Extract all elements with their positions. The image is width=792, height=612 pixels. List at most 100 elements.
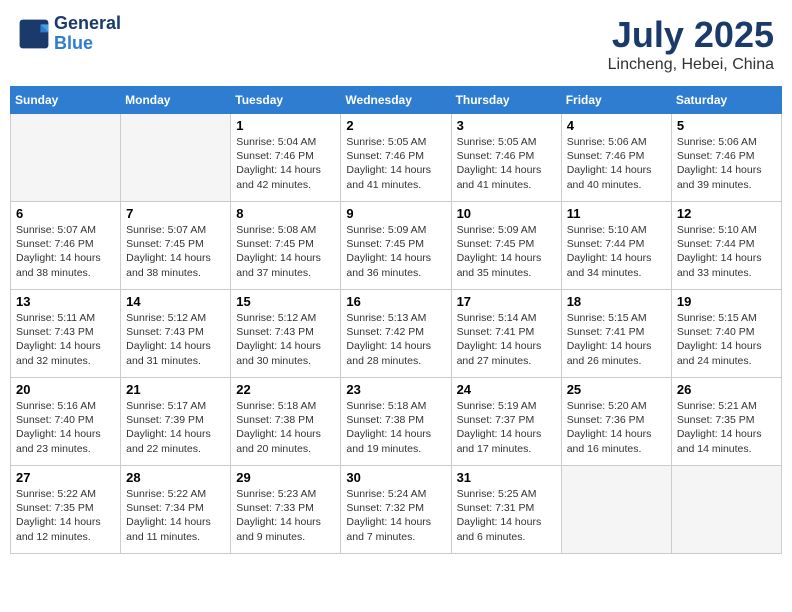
day-number: 6 [16, 206, 115, 221]
weekday-header: Monday [121, 87, 231, 114]
day-number: 23 [346, 382, 445, 397]
calendar-cell: 30 Sunrise: 5:24 AMSunset: 7:32 PMDayligh… [341, 466, 451, 554]
cell-details: Sunrise: 5:16 AMSunset: 7:40 PMDaylight:… [16, 399, 115, 456]
cell-details: Sunrise: 5:06 AMSunset: 7:46 PMDaylight:… [677, 135, 776, 192]
month-title: July 2025 [608, 14, 774, 56]
cell-details: Sunrise: 5:25 AMSunset: 7:31 PMDaylight:… [457, 487, 556, 544]
calendar-table: SundayMondayTuesdayWednesdayThursdayFrid… [10, 86, 782, 554]
calendar-cell: 12Sunrise: 5:10 AMSunset: 7:44 PMDayligh… [671, 202, 781, 290]
page-header: General Blue July 2025 Lincheng, Hebei, … [10, 10, 782, 78]
calendar-cell [561, 466, 671, 554]
calendar-cell [121, 114, 231, 202]
calendar-cell: 9 Sunrise: 5:09 AMSunset: 7:45 PMDaylight… [341, 202, 451, 290]
day-number: 20 [16, 382, 115, 397]
calendar-cell: 23 Sunrise: 5:18 AMSunset: 7:38 PMDayligh… [341, 378, 451, 466]
calendar-cell: 14 Sunrise: 5:12 AMSunset: 7:43 PMDayligh… [121, 290, 231, 378]
cell-details: Sunrise: 5:05 AMSunset: 7:46 PMDaylight:… [346, 135, 445, 192]
calendar-cell: 7Sunrise: 5:07 AMSunset: 7:45 PMDaylight… [121, 202, 231, 290]
calendar-cell: 5 Sunrise: 5:06 AMSunset: 7:46 PMDaylight… [671, 114, 781, 202]
day-number: 17 [457, 294, 556, 309]
calendar-cell: 26Sunrise: 5:21 AMSunset: 7:35 PMDayligh… [671, 378, 781, 466]
day-number: 16 [346, 294, 445, 309]
day-number: 19 [677, 294, 776, 309]
day-number: 27 [16, 470, 115, 485]
logo-line2: Blue [54, 34, 121, 54]
cell-details: Sunrise: 5:17 AMSunset: 7:39 PMDaylight:… [126, 399, 225, 456]
calendar-cell: 4Sunrise: 5:06 AMSunset: 7:46 PMDaylight… [561, 114, 671, 202]
cell-details: Sunrise: 5:18 AMSunset: 7:38 PMDaylight:… [236, 399, 335, 456]
day-number: 25 [567, 382, 666, 397]
calendar-cell: 28Sunrise: 5:22 AMSunset: 7:34 PMDayligh… [121, 466, 231, 554]
day-number: 7 [126, 206, 225, 221]
calendar-cell: 29Sunrise: 5:23 AMSunset: 7:33 PMDayligh… [231, 466, 341, 554]
calendar-cell: 11 Sunrise: 5:10 AMSunset: 7:44 PMDayligh… [561, 202, 671, 290]
cell-details: Sunrise: 5:11 AMSunset: 7:43 PMDaylight:… [16, 311, 115, 368]
cell-details: Sunrise: 5:09 AMSunset: 7:45 PMDaylight:… [346, 223, 445, 280]
calendar-cell: 27 Sunrise: 5:22 AMSunset: 7:35 PMDayligh… [11, 466, 121, 554]
cell-details: Sunrise: 5:14 AMSunset: 7:41 PMDaylight:… [457, 311, 556, 368]
day-number: 22 [236, 382, 335, 397]
cell-details: Sunrise: 5:05 AMSunset: 7:46 PMDaylight:… [457, 135, 556, 192]
cell-details: Sunrise: 5:20 AMSunset: 7:36 PMDaylight:… [567, 399, 666, 456]
cell-details: Sunrise: 5:09 AMSunset: 7:45 PMDaylight:… [457, 223, 556, 280]
day-number: 1 [236, 118, 335, 133]
day-number: 18 [567, 294, 666, 309]
calendar-cell: 2Sunrise: 5:05 AMSunset: 7:46 PMDaylight… [341, 114, 451, 202]
calendar-cell: 22 Sunrise: 5:18 AMSunset: 7:38 PMDayligh… [231, 378, 341, 466]
cell-details: Sunrise: 5:19 AMSunset: 7:37 PMDaylight:… [457, 399, 556, 456]
cell-details: Sunrise: 5:12 AMSunset: 7:43 PMDaylight:… [126, 311, 225, 368]
cell-details: Sunrise: 5:15 AMSunset: 7:41 PMDaylight:… [567, 311, 666, 368]
week-row: 1 Sunrise: 5:04 AMSunset: 7:46 PMDaylight… [11, 114, 782, 202]
weekday-header-row: SundayMondayTuesdayWednesdayThursdayFrid… [11, 87, 782, 114]
calendar-cell: 19Sunrise: 5:15 AMSunset: 7:40 PMDayligh… [671, 290, 781, 378]
cell-details: Sunrise: 5:22 AMSunset: 7:35 PMDaylight:… [16, 487, 115, 544]
calendar-cell: 17 Sunrise: 5:14 AMSunset: 7:41 PMDayligh… [451, 290, 561, 378]
day-number: 31 [457, 470, 556, 485]
day-number: 5 [677, 118, 776, 133]
cell-details: Sunrise: 5:04 AMSunset: 7:46 PMDaylight:… [236, 135, 335, 192]
cell-details: Sunrise: 5:21 AMSunset: 7:35 PMDaylight:… [677, 399, 776, 456]
cell-details: Sunrise: 5:12 AMSunset: 7:43 PMDaylight:… [236, 311, 335, 368]
calendar-cell: 10 Sunrise: 5:09 AMSunset: 7:45 PMDayligh… [451, 202, 561, 290]
calendar-cell: 25 Sunrise: 5:20 AMSunset: 7:36 PMDayligh… [561, 378, 671, 466]
calendar-cell: 24Sunrise: 5:19 AMSunset: 7:37 PMDayligh… [451, 378, 561, 466]
calendar-cell: 21 Sunrise: 5:17 AMSunset: 7:39 PMDayligh… [121, 378, 231, 466]
calendar-cell: 3Sunrise: 5:05 AMSunset: 7:46 PMDaylight… [451, 114, 561, 202]
day-number: 11 [567, 206, 666, 221]
weekday-header: Thursday [451, 87, 561, 114]
weekday-header: Friday [561, 87, 671, 114]
cell-details: Sunrise: 5:18 AMSunset: 7:38 PMDaylight:… [346, 399, 445, 456]
day-number: 10 [457, 206, 556, 221]
weekday-header: Wednesday [341, 87, 451, 114]
day-number: 4 [567, 118, 666, 133]
weekday-header: Sunday [11, 87, 121, 114]
cell-details: Sunrise: 5:24 AMSunset: 7:32 PMDaylight:… [346, 487, 445, 544]
day-number: 21 [126, 382, 225, 397]
calendar-cell: 15Sunrise: 5:12 AMSunset: 7:43 PMDayligh… [231, 290, 341, 378]
day-number: 9 [346, 206, 445, 221]
cell-details: Sunrise: 5:10 AMSunset: 7:44 PMDaylight:… [567, 223, 666, 280]
calendar-cell: 16Sunrise: 5:13 AMSunset: 7:42 PMDayligh… [341, 290, 451, 378]
calendar-cell [671, 466, 781, 554]
cell-details: Sunrise: 5:10 AMSunset: 7:44 PMDaylight:… [677, 223, 776, 280]
calendar-cell: 8Sunrise: 5:08 AMSunset: 7:45 PMDaylight… [231, 202, 341, 290]
cell-details: Sunrise: 5:23 AMSunset: 7:33 PMDaylight:… [236, 487, 335, 544]
day-number: 13 [16, 294, 115, 309]
calendar-cell: 6Sunrise: 5:07 AMSunset: 7:46 PMDaylight… [11, 202, 121, 290]
week-row: 27 Sunrise: 5:22 AMSunset: 7:35 PMDayligh… [11, 466, 782, 554]
logo: General Blue [18, 14, 121, 54]
week-row: 6Sunrise: 5:07 AMSunset: 7:46 PMDaylight… [11, 202, 782, 290]
weekday-header: Saturday [671, 87, 781, 114]
logo-icon [18, 18, 50, 50]
weekday-header: Tuesday [231, 87, 341, 114]
week-row: 13 Sunrise: 5:11 AMSunset: 7:43 PMDayligh… [11, 290, 782, 378]
calendar-cell: 20 Sunrise: 5:16 AMSunset: 7:40 PMDayligh… [11, 378, 121, 466]
day-number: 14 [126, 294, 225, 309]
calendar-cell: 31 Sunrise: 5:25 AMSunset: 7:31 PMDayligh… [451, 466, 561, 554]
title-block: July 2025 Lincheng, Hebei, China [608, 14, 774, 74]
calendar-cell: 18 Sunrise: 5:15 AMSunset: 7:41 PMDayligh… [561, 290, 671, 378]
day-number: 8 [236, 206, 335, 221]
day-number: 30 [346, 470, 445, 485]
calendar-cell: 13 Sunrise: 5:11 AMSunset: 7:43 PMDayligh… [11, 290, 121, 378]
cell-details: Sunrise: 5:22 AMSunset: 7:34 PMDaylight:… [126, 487, 225, 544]
